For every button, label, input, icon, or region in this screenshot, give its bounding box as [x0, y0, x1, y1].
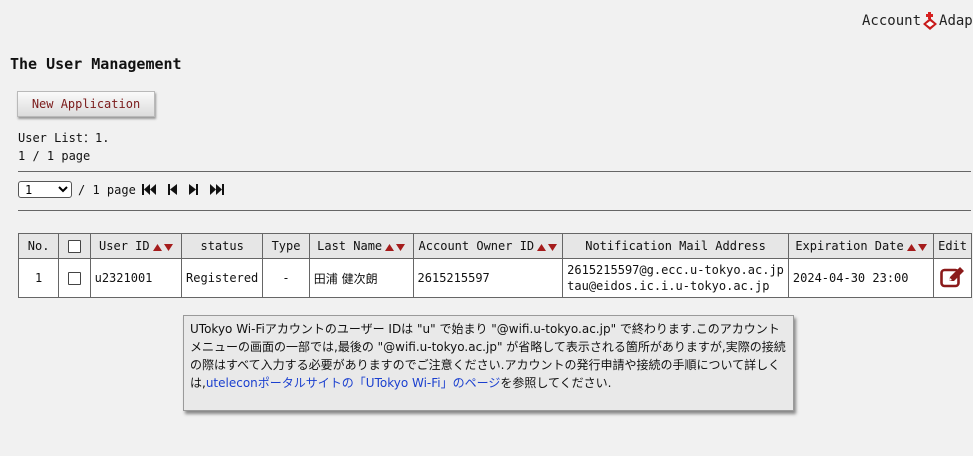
column-expiration-date[interactable]: Expiration Date — [787, 233, 935, 259]
cell-expiration-date: 2024-04-30 23:00 — [787, 258, 935, 298]
sort-icon[interactable] — [906, 243, 927, 251]
column-edit: Edit — [933, 233, 972, 259]
utelecon-portal-link[interactable]: uteleconポータルサイトの「UTokyo Wi-Fi」のページ — [206, 376, 501, 390]
pagination: 1 / 1 page — [18, 181, 236, 198]
cell-edit — [933, 258, 972, 298]
page-select[interactable]: 1 — [18, 181, 72, 198]
cell-last-name: 田浦 健次朗 — [308, 258, 414, 298]
prev-page-icon[interactable] — [167, 184, 177, 195]
sort-icon[interactable] — [152, 243, 173, 251]
column-last-name-label: Last Name — [317, 239, 383, 253]
mail-address-primary: 2615215597@g.ecc.u-tokyo.ac.jp — [567, 263, 784, 277]
user-count: User List：1. — [18, 131, 110, 145]
first-page-icon[interactable] — [141, 184, 156, 195]
select-all-checkbox[interactable] — [67, 240, 81, 253]
page-total: / 1 page — [78, 182, 136, 197]
cell-notification-mail: 2615215597@g.ecc.u-tokyo.ac.jp tau@eidos… — [562, 258, 789, 298]
column-account-owner-id-label: Account Owner ID — [418, 239, 535, 253]
user-table: No. User ID status Type Last Name Accoun… — [17, 233, 972, 298]
column-no: No. — [17, 233, 60, 259]
edit-icon[interactable] — [939, 266, 966, 288]
table-row: 1 u2321001 Registered - 田浦 健次朗 261521559… — [17, 258, 972, 298]
brand-text-suffix: Adapte — [939, 13, 973, 29]
column-user-id[interactable]: User ID — [89, 233, 183, 259]
brand: Account Adapte — [862, 12, 973, 30]
table-header-row: No. User ID status Type Last Name Accoun… — [17, 233, 972, 259]
divider — [18, 210, 971, 211]
sort-icon[interactable] — [537, 243, 558, 251]
page-info: 1 / 1 page — [18, 149, 91, 163]
next-page-icon[interactable] — [188, 184, 198, 195]
last-page-icon[interactable] — [209, 184, 224, 195]
new-application-button[interactable]: New Application — [17, 91, 155, 117]
cell-select — [58, 258, 91, 298]
cell-no: 1 — [17, 258, 60, 298]
cell-account-owner-id: 2615215597 — [412, 258, 564, 298]
column-type: Type — [262, 233, 310, 259]
notice-text-end: を参照してください. — [500, 376, 612, 390]
column-select — [58, 233, 91, 259]
row-checkbox[interactable] — [67, 272, 81, 285]
divider — [18, 171, 971, 172]
user-list-summary: User List：1. 1 / 1 page — [18, 129, 109, 165]
column-account-owner-id[interactable]: Account Owner ID — [412, 233, 564, 259]
adapter-logo-icon — [922, 12, 938, 30]
cell-type: - — [262, 258, 310, 298]
column-notification-mail: Notification Mail Address — [562, 233, 789, 259]
column-status: status — [181, 233, 264, 259]
mail-address-secondary: tau@eidos.ic.i.u-tokyo.ac.jp — [567, 279, 770, 293]
column-expiration-date-label: Expiration Date — [795, 239, 904, 253]
page-title: The User Management — [10, 55, 182, 73]
sort-icon[interactable] — [385, 243, 406, 251]
cell-status: Registered — [181, 258, 264, 298]
brand-text: Account — [862, 13, 922, 29]
info-notice: UTokyo Wi-Fiアカウントのユーザー IDは "u" で始まり "@wi… — [183, 315, 794, 411]
column-user-id-label: User ID — [99, 239, 150, 253]
cell-user-id: u2321001 — [89, 258, 183, 298]
column-last-name[interactable]: Last Name — [308, 233, 414, 259]
